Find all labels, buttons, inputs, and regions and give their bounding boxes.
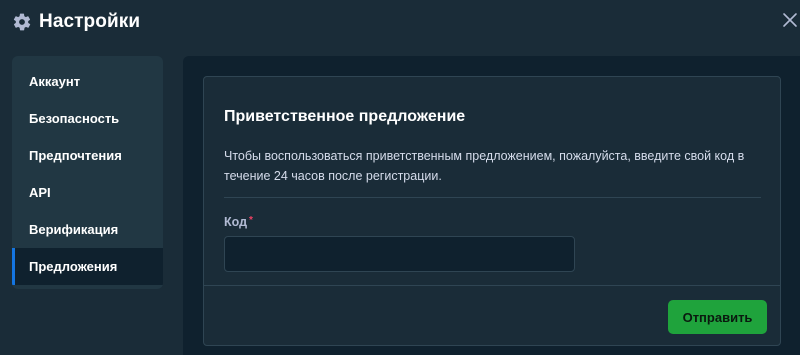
sidebar-item-offers[interactable]: Предложения [12, 248, 163, 285]
sidebar-item-api[interactable]: API [12, 174, 163, 211]
required-marker: * [249, 215, 253, 226]
card-title: Приветственное предложение [224, 108, 466, 125]
sidebar-item-verification[interactable]: Верификация [12, 211, 163, 248]
footer-divider [204, 285, 780, 286]
settings-modal: Настройки Аккаунт Безопасность Предпочте… [0, 0, 800, 355]
sidebar-item-preferences[interactable]: Предпочтения [12, 137, 163, 174]
page-title: Настройки [39, 11, 141, 32]
welcome-offer-card: Приветственное предложение Чтобы восполь… [203, 76, 781, 346]
sidebar-item-label: Безопасность [29, 111, 120, 126]
code-field-label: Код * [224, 215, 253, 229]
close-icon[interactable] [782, 12, 798, 28]
code-input[interactable] [224, 236, 575, 272]
sidebar-item-label: Аккаунт [29, 74, 81, 89]
settings-sidebar: Аккаунт Безопасность Предпочтения API Ве… [12, 56, 163, 289]
sidebar-item-security[interactable]: Безопасность [12, 100, 163, 137]
sidebar-item-label: API [29, 185, 51, 200]
submit-button[interactable]: Отправить [668, 300, 767, 334]
modal-header: Настройки [0, 0, 800, 48]
sidebar-item-label: Предложения [29, 259, 118, 274]
card-description: Чтобы воспользоваться приветственным пре… [224, 149, 745, 183]
sidebar-item-label: Предпочтения [29, 148, 122, 163]
sidebar-item-account[interactable]: Аккаунт [12, 63, 163, 100]
sidebar-list: Аккаунт Безопасность Предпочтения API Ве… [12, 56, 163, 285]
header-title-group: Настройки [12, 8, 140, 36]
code-label-text: Код [224, 215, 248, 229]
divider [224, 197, 761, 198]
gear-icon [13, 13, 31, 31]
sidebar-item-label: Верификация [29, 222, 119, 237]
